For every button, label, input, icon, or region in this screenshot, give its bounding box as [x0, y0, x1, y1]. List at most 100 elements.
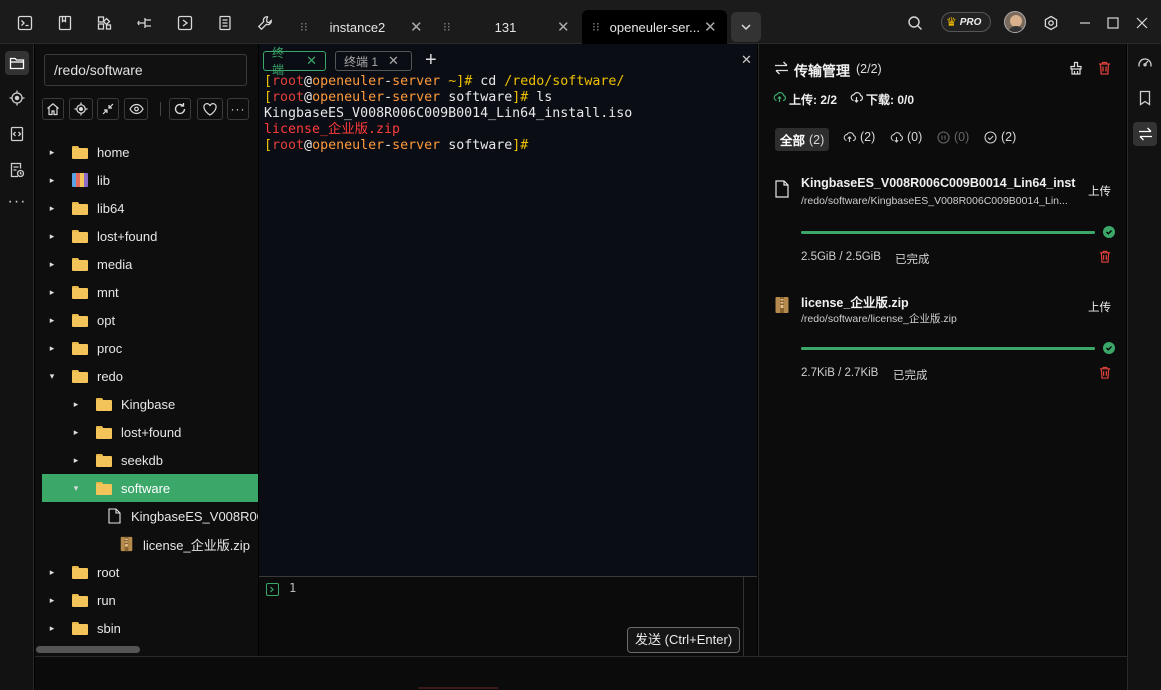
folder-tree-item[interactable]: ▾ redo	[42, 362, 258, 390]
notes-icon[interactable]	[214, 12, 236, 34]
more-options-icon[interactable]: ···	[227, 98, 249, 120]
run-script-icon[interactable]	[174, 12, 196, 34]
filter-upload[interactable]: (2)	[843, 130, 875, 144]
locate-target-icon[interactable]	[69, 98, 93, 120]
folder-tree-item[interactable]: ▸ seekdb	[42, 446, 258, 474]
folder-tree-item[interactable]: ▸ media	[42, 250, 258, 278]
expanded-arrow-icon[interactable]: ▾	[46, 371, 58, 382]
close-window-icon[interactable]	[1131, 12, 1153, 34]
folder-tree-item[interactable]: ▸ opt	[42, 306, 258, 334]
minimize-icon[interactable]	[1074, 12, 1096, 34]
collapsed-arrow-icon[interactable]: ▸	[46, 595, 58, 606]
tree-item-label: media	[97, 256, 133, 272]
add-terminal-icon[interactable]: +	[425, 50, 437, 70]
tab-label: instance2	[329, 19, 386, 35]
delete-icon[interactable]	[1099, 250, 1111, 263]
folder-tree-item[interactable]: ▸ lib64	[42, 194, 258, 222]
file-tree-item[interactable]: license_企业版.zip	[42, 530, 258, 558]
collapsed-arrow-icon[interactable]: ▸	[46, 175, 58, 186]
file-manager-icon[interactable]	[5, 51, 29, 75]
transfer-item[interactable]: license_企业版.zip /redo/software/license_企…	[759, 288, 1127, 398]
transfer-status: 已完成	[895, 254, 930, 266]
folder-tree-item[interactable]: ▸ proc	[42, 334, 258, 362]
pro-badge-label: PRO	[959, 16, 982, 28]
wrench-icon[interactable]	[254, 12, 276, 34]
folder-tree-item[interactable]: ▸ sbin	[42, 614, 258, 642]
collapsed-arrow-icon[interactable]: ▸	[46, 343, 58, 354]
collapse-icon[interactable]	[97, 98, 119, 120]
collapsed-arrow-icon[interactable]: ▸	[46, 147, 58, 158]
path-input[interactable]: /redo/software	[44, 54, 247, 86]
document-icon[interactable]	[54, 12, 76, 34]
code-file-icon[interactable]	[5, 122, 29, 146]
close-icon[interactable]: ✕	[704, 18, 717, 36]
collapsed-arrow-icon[interactable]: ▸	[46, 287, 58, 298]
close-panel-icon[interactable]: ✕	[741, 52, 752, 68]
close-icon[interactable]: ✕	[388, 53, 399, 69]
terminal-tab-active[interactable]: 终端 ✕	[263, 46, 326, 77]
favorite-icon[interactable]	[197, 98, 223, 120]
collapsed-arrow-icon[interactable]: ▸	[70, 455, 82, 466]
pro-badge[interactable]: ♛ PRO	[941, 12, 991, 32]
search-icon[interactable]	[904, 12, 926, 34]
bookmark-icon[interactable]	[1133, 86, 1157, 110]
folder-tree-item[interactable]: ▸ root	[42, 558, 258, 586]
folder-tree-item[interactable]: ▾ software	[42, 474, 258, 502]
collapsed-arrow-icon[interactable]: ▸	[46, 203, 58, 214]
transfer-item[interactable]: KingbaseES_V008R006C009B0014_Lin64_inst.…	[759, 172, 1127, 282]
more-icon[interactable]: ···	[5, 190, 29, 214]
folder-tree-item[interactable]: ▸ lost+found	[42, 222, 258, 250]
tab-list-dropdown-button[interactable]	[731, 12, 761, 42]
collapsed-arrow-icon[interactable]: ▸	[46, 315, 58, 326]
filter-paused[interactable]: (0)	[937, 130, 969, 144]
transfer-manager-icon[interactable]	[1133, 122, 1157, 146]
expanded-arrow-icon[interactable]: ▾	[70, 483, 82, 494]
folder-tree-item[interactable]: ▸ lib	[42, 166, 258, 194]
collapsed-arrow-icon[interactable]: ▸	[46, 567, 58, 578]
file-tree-item[interactable]: KingbaseES_V008R006C009B0014_Lin64_insta…	[42, 502, 258, 530]
maximize-icon[interactable]	[1102, 12, 1124, 34]
tree-item-label: software	[121, 480, 171, 496]
terminal-output[interactable]: [root@openeuler-server ~]# cd /redo/soft…	[264, 74, 632, 154]
eye-icon[interactable]	[124, 98, 148, 120]
delete-all-icon[interactable]	[1096, 60, 1112, 76]
avatar[interactable]	[1004, 11, 1026, 33]
folder-tree-item[interactable]: ▸ mnt	[42, 278, 258, 306]
collapsed-arrow-icon[interactable]: ▸	[46, 623, 58, 634]
filter-all[interactable]: 全部 (2)	[775, 128, 830, 151]
settings-icon[interactable]	[1040, 12, 1062, 34]
drag-handle-icon[interactable]: ⁝⁝	[300, 20, 308, 34]
history-file-icon[interactable]	[5, 158, 29, 182]
send-button[interactable]: 发送 (Ctrl+Enter)	[627, 627, 741, 653]
tab-openeuler-server[interactable]: ⁝⁝ openeuler-ser... ✕	[582, 10, 727, 44]
layout-icon[interactable]	[94, 12, 116, 34]
progress-bar	[801, 347, 1095, 350]
terminal-icon[interactable]	[14, 12, 36, 34]
close-icon[interactable]: ✕	[410, 18, 423, 36]
locate-icon[interactable]	[5, 86, 29, 110]
folder-tree-item[interactable]: ▸ home	[42, 138, 258, 166]
home-icon[interactable]	[42, 98, 64, 120]
close-icon[interactable]: ✕	[306, 53, 317, 69]
terminal-tab-1[interactable]: 终端 1 ✕	[335, 51, 412, 71]
refresh-icon[interactable]	[169, 98, 191, 120]
horizontal-scrollbar[interactable]	[36, 646, 140, 653]
drag-handle-icon[interactable]: ⁝⁝	[443, 20, 451, 34]
folder-tree-item[interactable]: ▸ run	[42, 586, 258, 614]
folder-tree-item[interactable]: ▸ Kingbase	[42, 390, 258, 418]
drag-handle-icon[interactable]: ⁝⁝	[592, 20, 600, 34]
clean-icon[interactable]	[1068, 60, 1084, 76]
close-icon[interactable]: ✕	[557, 18, 570, 36]
folder-tree-item[interactable]: ▸ lost+found	[42, 418, 258, 446]
filter-completed[interactable]: (2)	[984, 130, 1016, 144]
network-tree-icon[interactable]	[134, 12, 156, 34]
tab-131[interactable]: ⁝⁝ 131 ✕	[443, 10, 581, 44]
dashboard-icon[interactable]	[1133, 51, 1157, 75]
collapsed-arrow-icon[interactable]: ▸	[70, 399, 82, 410]
delete-icon[interactable]	[1099, 366, 1111, 379]
collapsed-arrow-icon[interactable]: ▸	[46, 259, 58, 270]
collapsed-arrow-icon[interactable]: ▸	[70, 427, 82, 438]
filter-download[interactable]: (0)	[890, 130, 922, 144]
tab-instance2[interactable]: ⁝⁝ instance2 ✕	[300, 10, 440, 44]
collapsed-arrow-icon[interactable]: ▸	[46, 231, 58, 242]
